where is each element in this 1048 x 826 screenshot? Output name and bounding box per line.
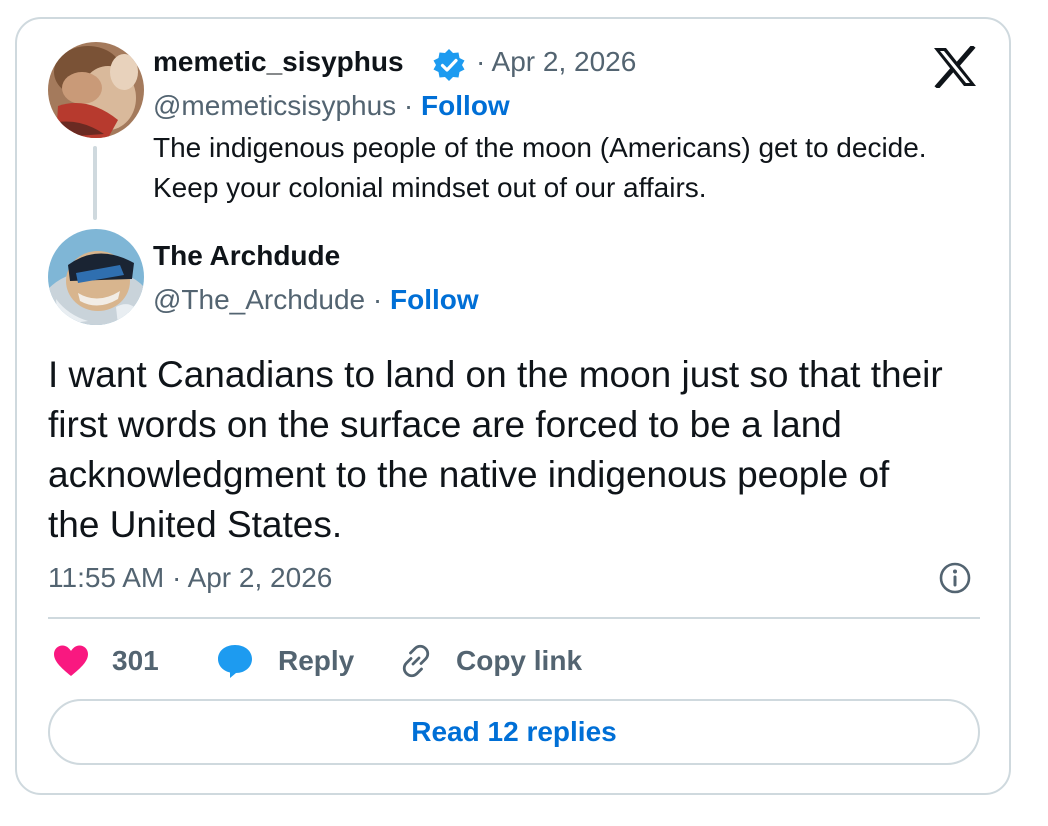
info-icon[interactable] bbox=[938, 561, 972, 595]
link-icon bbox=[402, 644, 430, 678]
like-count: 301 bbox=[112, 645, 159, 676]
quoted-handle-row: @memeticsisyphus · Follow bbox=[153, 90, 510, 122]
thread-connector-line bbox=[93, 146, 97, 220]
avatar[interactable] bbox=[48, 229, 144, 325]
speech-bubble-icon bbox=[218, 645, 252, 678]
quoted-tweet-text: The indigenous people of the moon (Ameri… bbox=[153, 132, 927, 203]
quoted-tweet-date[interactable]: · Apr 2, 2026 bbox=[476, 46, 636, 78]
author-handle[interactable]: @The_Archdude bbox=[153, 284, 365, 315]
follow-link[interactable]: Follow bbox=[390, 284, 479, 315]
quoted-author-handle[interactable]: @memeticsisyphus bbox=[153, 90, 396, 121]
author-name[interactable]: The Archdude bbox=[153, 240, 340, 272]
separator: · bbox=[396, 90, 422, 121]
verified-badge-icon bbox=[433, 49, 465, 81]
avatar[interactable] bbox=[48, 42, 144, 138]
tweet-timestamp[interactable]: 11:55 AM · Apr 2, 2026 bbox=[48, 562, 332, 594]
tweet-text: I want Canadians to land on the moon jus… bbox=[48, 354, 943, 545]
follow-link[interactable]: Follow bbox=[421, 90, 510, 121]
reply-label: Reply bbox=[278, 645, 355, 676]
reply-button[interactable]: Reply bbox=[216, 638, 354, 684]
copy-link-label: Copy link bbox=[456, 645, 583, 676]
x-logo-icon[interactable] bbox=[932, 46, 978, 88]
copy-link-button[interactable]: Copy link bbox=[398, 638, 582, 684]
quoted-author-name[interactable]: memetic_sisyphus bbox=[153, 46, 404, 78]
handle-row: @The_Archdude · Follow bbox=[153, 284, 479, 316]
read-replies-button[interactable]: Read 12 replies bbox=[48, 699, 980, 765]
separator: · bbox=[365, 284, 390, 315]
like-button[interactable]: 301 bbox=[52, 638, 159, 684]
heart-icon bbox=[54, 645, 88, 676]
divider bbox=[48, 617, 980, 619]
